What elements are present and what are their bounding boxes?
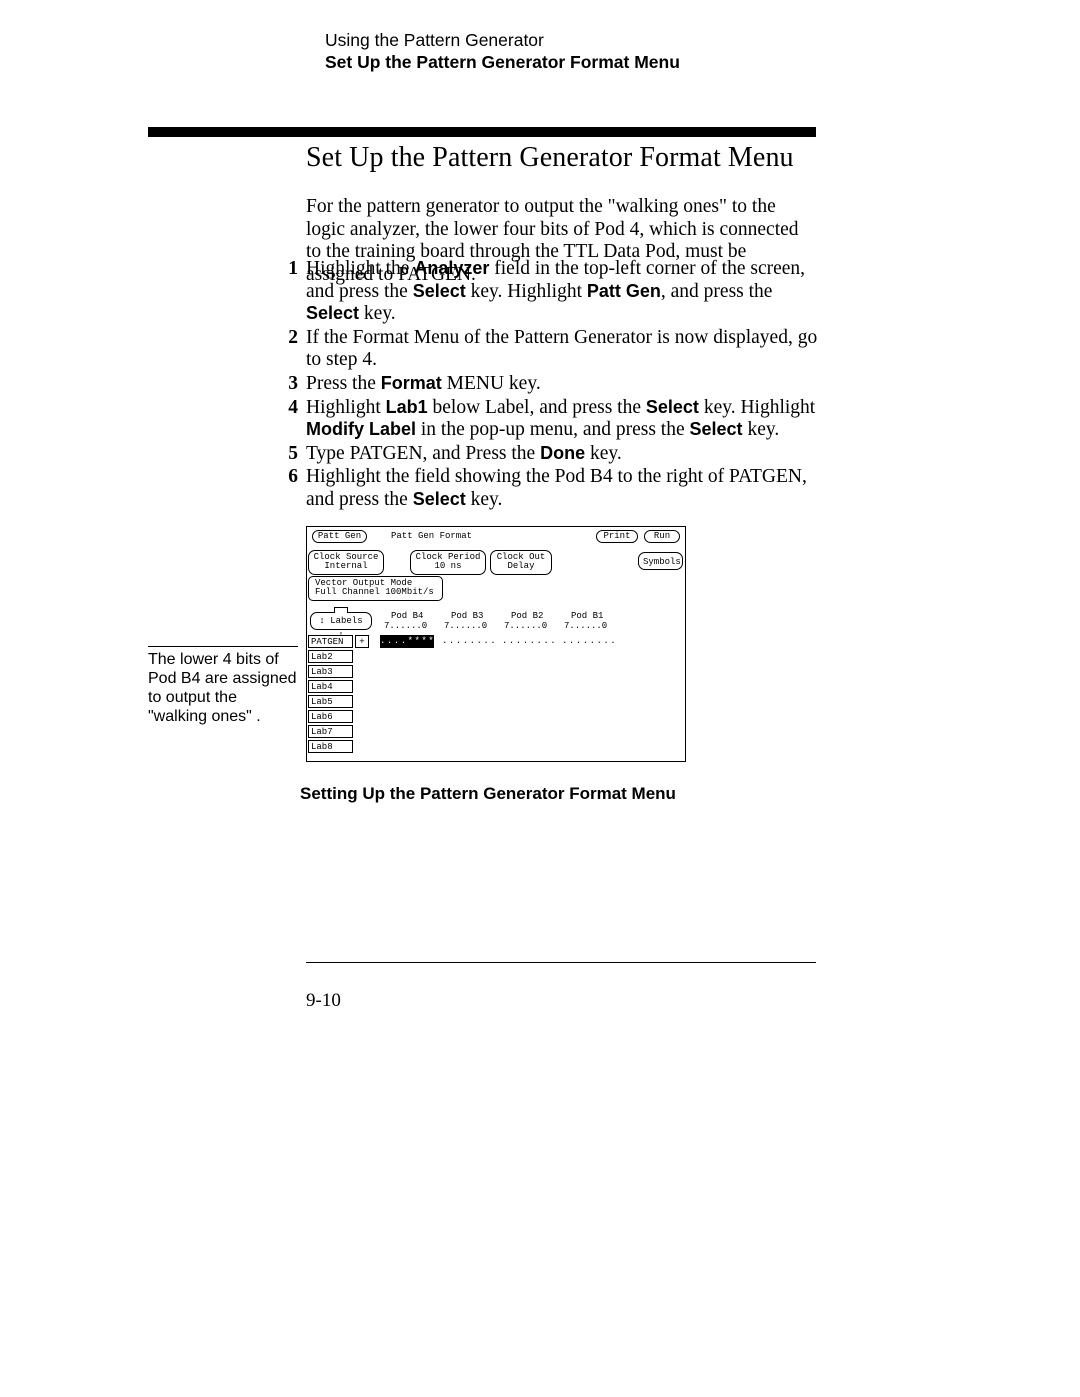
step-list: 1 Highlight the Analyzer field in the to… <box>278 258 818 513</box>
page-number: 9-10 <box>306 990 341 1012</box>
footer-rule <box>306 962 816 963</box>
step-number: 4 <box>278 397 298 420</box>
field-vector-output-mode[interactable]: Vector Output Mode Full Channel 100Mbit/… <box>308 576 443 601</box>
step-number: 1 <box>278 258 298 281</box>
row-plus[interactable]: + <box>355 635 369 648</box>
side-annotation: The lower 4 bits of Pod B4 are assigned … <box>148 646 298 727</box>
row-label[interactable]: Lab4 <box>308 680 353 693</box>
row-label[interactable]: Lab7 <box>308 725 353 738</box>
step-3: 3 Press the Format MENU key. <box>278 373 818 396</box>
assign-b3[interactable]: ........ <box>440 635 494 648</box>
scale-b4: 7......0 <box>384 622 427 631</box>
assign-b1[interactable]: ........ <box>560 635 614 648</box>
nub-icon <box>334 607 348 613</box>
heavy-rule <box>148 127 816 137</box>
step-body: Highlight Lab1 below Label, and press th… <box>306 397 818 442</box>
assign-b2[interactable]: ........ <box>500 635 554 648</box>
step-number: 5 <box>278 443 298 466</box>
row-label[interactable]: Lab2 <box>308 650 353 663</box>
step-1: 1 Highlight the Analyzer field in the to… <box>278 258 818 326</box>
row-label-patgen[interactable]: PATGEN <box>308 635 353 648</box>
btn-run[interactable]: Run <box>644 530 680 543</box>
step-number: 2 <box>278 327 298 350</box>
step-body: Type PATGEN, and Press the Done key. <box>306 443 818 466</box>
step-number: 3 <box>278 373 298 396</box>
running-head: Using the Pattern Generator Set Up the P… <box>325 30 680 74</box>
scale-b2: 7......0 <box>504 622 547 631</box>
field-clock-period[interactable]: Clock Period 10 ns <box>410 550 486 575</box>
btn-labels[interactable]: ↕ Labels ↕ <box>310 612 372 630</box>
assign-b4[interactable]: ....**** <box>380 635 434 648</box>
btn-symbols[interactable]: Symbols <box>638 552 683 570</box>
section-heading: Set Up the Pattern Generator Format Menu <box>306 142 794 174</box>
step-number: 6 <box>278 466 298 489</box>
row-label[interactable]: Lab6 <box>308 710 353 723</box>
page: Using the Pattern Generator Set Up the P… <box>0 0 1080 1397</box>
step-6: 6 Highlight the field showing the Pod B4… <box>278 466 818 511</box>
step-body: Press the Format MENU key. <box>306 373 818 396</box>
row-label[interactable]: Lab8 <box>308 740 353 753</box>
label-patt-gen-format: Patt Gen Format <box>391 532 472 541</box>
btn-print[interactable]: Print <box>596 530 638 543</box>
step-2: 2 If the Format Menu of the Pattern Gene… <box>278 327 818 372</box>
btn-patt-gen[interactable]: Patt Gen <box>312 530 367 543</box>
step-body: If the Format Menu of the Pattern Genera… <box>306 327 818 372</box>
field-clock-source[interactable]: Clock Source Internal <box>308 550 384 575</box>
running-head-line1: Using the Pattern Generator <box>325 30 680 52</box>
row-label[interactable]: Lab3 <box>308 665 353 678</box>
field-clock-out[interactable]: Clock Out Delay <box>490 550 552 575</box>
figure-caption: Setting Up the Pattern Generator Format … <box>300 784 676 804</box>
row-label[interactable]: Lab5 <box>308 695 353 708</box>
scale-b3: 7......0 <box>444 622 487 631</box>
step-body: Highlight the Analyzer field in the top-… <box>306 258 818 326</box>
step-5: 5 Type PATGEN, and Press the Done key. <box>278 443 818 466</box>
figure-pattern-generator: Patt Gen Patt Gen Format Print Run Clock… <box>306 522 684 762</box>
step-body: Highlight the field showing the Pod B4 t… <box>306 466 818 511</box>
scale-b1: 7......0 <box>564 622 607 631</box>
running-head-line2: Set Up the Pattern Generator Format Menu <box>325 52 680 74</box>
step-4: 4 Highlight Lab1 below Label, and press … <box>278 397 818 442</box>
thin-rule-top <box>306 130 816 131</box>
